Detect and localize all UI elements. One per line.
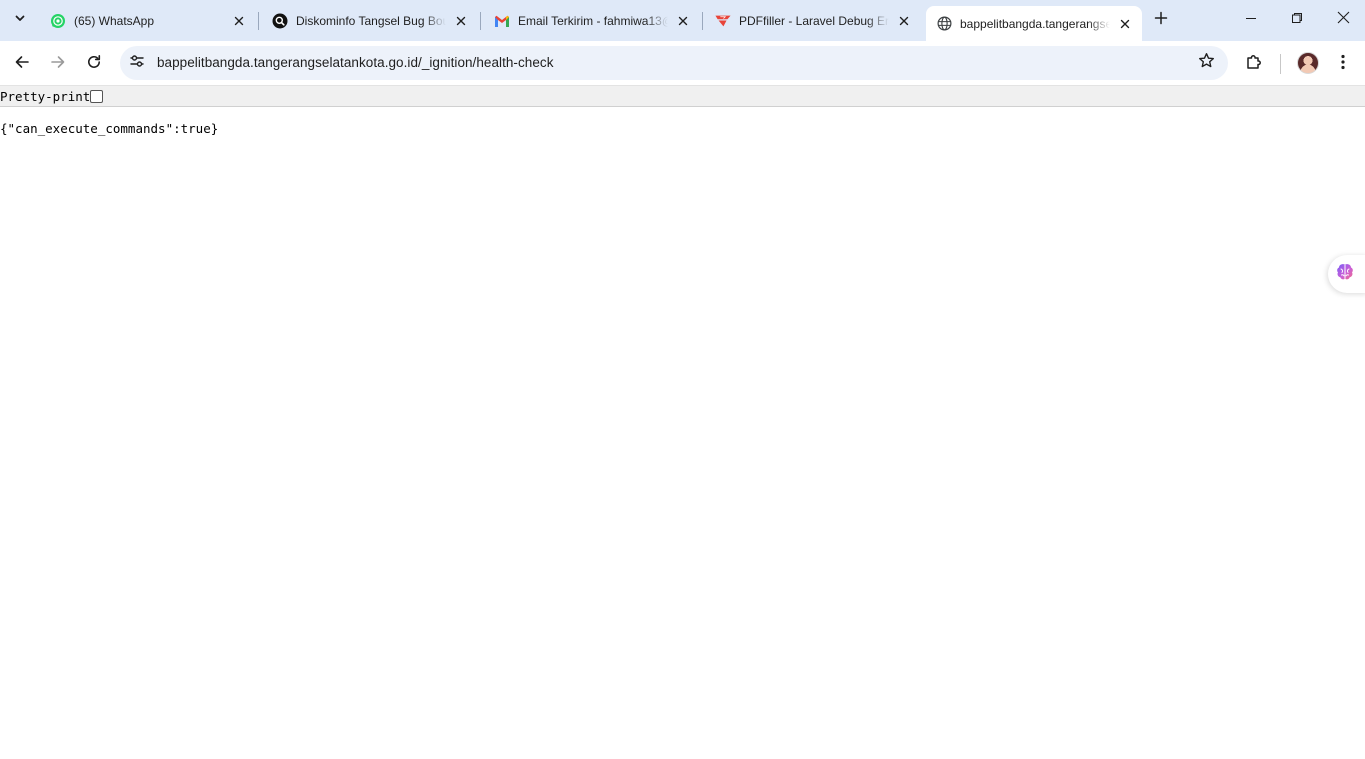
tab-title: Diskominfo Tangsel Bug Bounty xyxy=(296,13,446,28)
extension-sidebar-button[interactable] xyxy=(1328,255,1365,293)
puzzle-icon xyxy=(1245,53,1263,76)
whatsapp-icon xyxy=(50,13,66,29)
close-tab-icon[interactable] xyxy=(230,12,248,30)
pretty-print-checkbox[interactable] xyxy=(90,90,103,103)
json-response: {"can_execute_commands":true} xyxy=(0,121,219,136)
plus-icon xyxy=(1154,11,1168,30)
bug-bounty-icon xyxy=(272,13,288,29)
globe-icon xyxy=(936,16,952,32)
more-vert-icon xyxy=(1341,54,1345,75)
close-tab-icon[interactable] xyxy=(895,12,913,30)
star-icon xyxy=(1198,52,1215,74)
restore-button[interactable] xyxy=(1274,0,1320,40)
tab-title: Email Terkirim - fahmiwa13@ xyxy=(518,13,668,28)
extensions-button[interactable] xyxy=(1238,48,1270,80)
tab-title: PDFfiller - Laravel Debug Error xyxy=(739,13,889,28)
arrow-right-icon xyxy=(50,54,66,75)
bookmark-button[interactable] xyxy=(1194,51,1218,75)
tab-gmail[interactable]: Email Terkirim - fahmiwa13@ xyxy=(484,6,700,35)
tab-whatsapp[interactable]: (65) WhatsApp xyxy=(40,6,256,35)
tab-diskominfo[interactable]: Diskominfo Tangsel Bug Bounty xyxy=(262,6,478,35)
pretty-print-bar: Pretty-print xyxy=(0,86,1365,107)
close-tab-icon[interactable] xyxy=(1116,15,1134,33)
brain-icon xyxy=(1335,262,1355,287)
menu-button[interactable] xyxy=(1327,48,1359,80)
tab-pdffiller[interactable]: PDFfiller - Laravel Debug Error xyxy=(705,6,921,35)
arrow-left-icon xyxy=(14,54,30,75)
tab-strip: (65) WhatsApp Diskominfo Tangsel Bug Bou… xyxy=(0,0,1365,41)
minimize-icon xyxy=(1245,11,1257,29)
reload-button[interactable] xyxy=(78,48,110,80)
chevron-down-icon xyxy=(14,11,26,29)
close-window-button[interactable] xyxy=(1320,0,1365,40)
tab-title: (65) WhatsApp xyxy=(74,13,155,28)
close-tab-icon[interactable] xyxy=(674,12,692,30)
browser-toolbar: bappelitbangda.tangerangselatankota.go.i… xyxy=(0,41,1365,86)
profile-avatar[interactable] xyxy=(1297,52,1319,74)
pretty-print-label: Pretty-print xyxy=(0,89,91,104)
gmail-icon xyxy=(494,13,510,29)
back-button[interactable] xyxy=(6,48,38,80)
site-info-button[interactable] xyxy=(123,49,151,77)
new-tab-button[interactable] xyxy=(1148,8,1174,32)
tab-title: bappelitbangda.tangerangselatankota.go.i… xyxy=(960,16,1110,31)
url-text[interactable]: bappelitbangda.tangerangselatankota.go.i… xyxy=(157,55,554,70)
tune-icon xyxy=(129,53,145,74)
tab-divider xyxy=(702,12,703,30)
restore-icon xyxy=(1291,11,1303,29)
tab-active[interactable]: bappelitbangda.tangerangselatankota.go.i… xyxy=(926,6,1142,41)
close-tab-icon[interactable] xyxy=(452,12,470,30)
minimize-button[interactable] xyxy=(1228,0,1274,40)
toolbar-divider xyxy=(1280,54,1281,74)
reload-icon xyxy=(86,54,102,75)
tab-divider xyxy=(480,12,481,30)
tab-search-button[interactable] xyxy=(6,8,34,32)
pdffiller-icon xyxy=(715,13,731,29)
forward-button[interactable] xyxy=(42,48,74,80)
close-icon xyxy=(1337,11,1350,29)
tab-divider xyxy=(258,12,259,30)
address-bar[interactable]: bappelitbangda.tangerangselatankota.go.i… xyxy=(120,46,1228,80)
